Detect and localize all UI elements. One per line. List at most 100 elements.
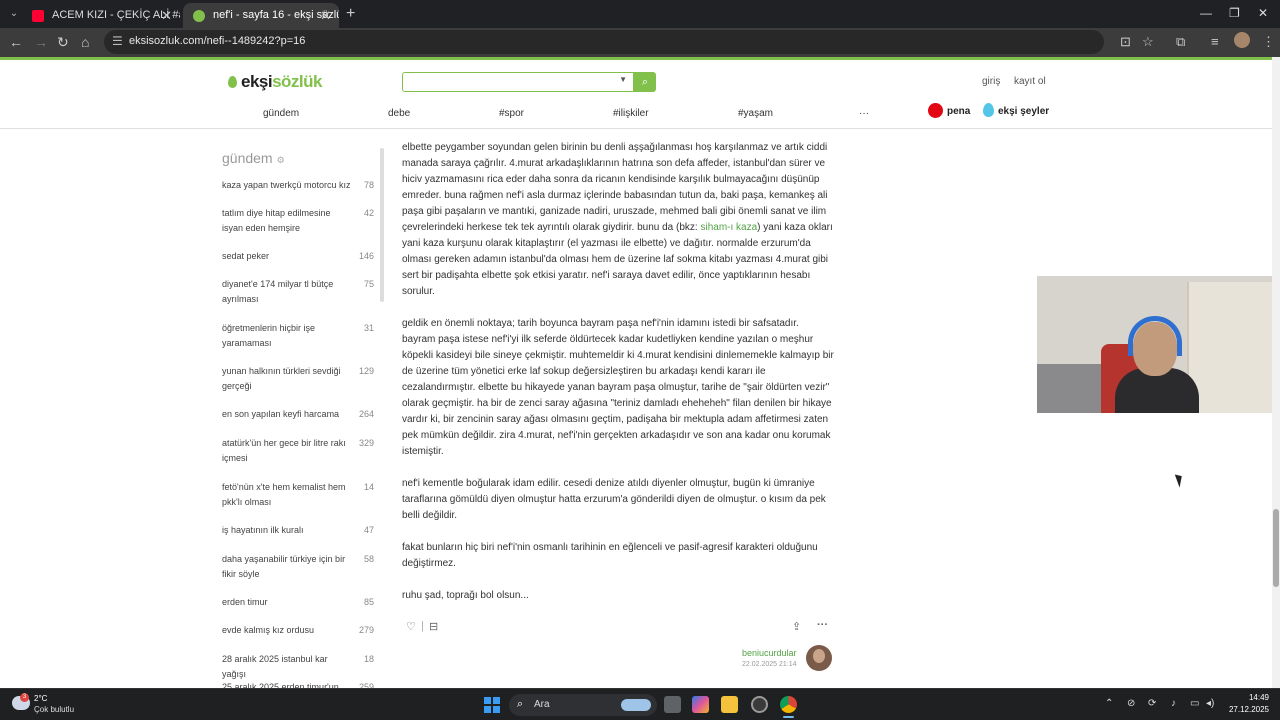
- install-app-icon[interactable]: ⊡: [1120, 34, 1131, 50]
- search-button[interactable]: ⌕: [634, 72, 656, 92]
- reading-list-icon[interactable]: ≡: [1211, 34, 1219, 49]
- maximize-icon[interactable]: ❐: [1229, 6, 1240, 20]
- sidebar-title[interactable]: gündem ⚙: [222, 150, 285, 166]
- reload-icon[interactable]: ↻: [57, 34, 69, 51]
- taskbar-search[interactable]: ⌕ Ara: [509, 694, 657, 716]
- tab-youtube[interactable]: ACEM KIZI - ÇEKİÇ ALİ #ac ✕: [22, 3, 180, 28]
- close-window-icon[interactable]: ✕: [1258, 6, 1268, 20]
- topic-count: 85: [363, 597, 374, 607]
- more-options-icon[interactable]: ···: [817, 619, 828, 631]
- sidebar-item[interactable]: sedat peker 146: [222, 249, 374, 264]
- nav-more[interactable]: ···: [859, 108, 869, 119]
- sidebar-item[interactable]: tatlım diye hitap edilmesine isyan eden …: [222, 206, 374, 236]
- tab-search-icon[interactable]: ⌄: [6, 6, 22, 22]
- sidebar-item[interactable]: iş hayatının ilk kuralı 47: [222, 523, 374, 538]
- nav-yasam[interactable]: #yaşam: [738, 108, 773, 119]
- login-link[interactable]: giriş: [982, 76, 1000, 87]
- topic-count: 129: [358, 366, 374, 376]
- topic-title: atatürk'ün her gece bir litre rakı içmes…: [222, 438, 346, 463]
- topic-title: fetö'nün x'te hem kemalist hem pkk'lı ol…: [222, 482, 346, 507]
- browser-toolbar: ← → ↻ ⌂ ☰ eksisozluk.com/nefi--1489242?p…: [0, 28, 1280, 57]
- sidebar-item[interactable]: diyanet'e 174 milyar tl bütçe ayrılması 7…: [222, 277, 374, 307]
- seyler-label: ekşi şeyler: [998, 106, 1050, 117]
- minimize-icon[interactable]: —: [1200, 6, 1212, 20]
- sidebar-item[interactable]: kaza yapan twerkçü motorcu kız 78: [222, 178, 374, 193]
- address-bar[interactable]: ☰ eksisozluk.com/nefi--1489242?p=16: [104, 30, 1104, 54]
- clock-date[interactable]: 27.12.2025: [1221, 705, 1269, 714]
- site-header: ekşisözlük ▼ ⌕ giriş kayıt ol gündem deb…: [0, 57, 1272, 129]
- tab-eksisozluk[interactable]: nef'i - sayfa 16 - ekşi sözlük ✕: [183, 3, 339, 28]
- page-scrollbar[interactable]: [1272, 57, 1280, 688]
- task-view-icon[interactable]: [664, 696, 681, 713]
- topic-title: evde kalmış kız ordusu: [222, 625, 315, 635]
- gear-icon[interactable]: ⚙: [277, 155, 285, 165]
- sidebar-item[interactable]: daha yaşanabilir türkiye için bir fikir …: [222, 552, 374, 582]
- tray-chevron-icon[interactable]: ⌃: [1105, 698, 1113, 709]
- windows-start-icon[interactable]: [484, 697, 500, 713]
- topic-count: 18: [363, 654, 374, 664]
- sidebar-item[interactable]: öğretmenlerin hiçbir işe yaramaması 31: [222, 321, 374, 351]
- profile-avatar[interactable]: [1234, 32, 1250, 48]
- scroll-thumb[interactable]: [1273, 509, 1279, 587]
- close-tab-icon[interactable]: ✕: [161, 3, 172, 28]
- entry-author[interactable]: beniucurdular: [742, 648, 797, 658]
- sidebar-item[interactable]: evde kalmış kız ordusu 279: [222, 623, 374, 638]
- menu-dots-icon[interactable]: ⋮: [1262, 34, 1275, 50]
- site-info-icon[interactable]: ☰: [112, 34, 123, 48]
- entry-content: elbette peygamber soyundan gelen birinin…: [402, 140, 834, 620]
- nav-iliskiler[interactable]: #ilişkiler: [613, 108, 649, 119]
- sidebar-scrollbar[interactable]: [380, 148, 384, 302]
- vote-icon[interactable]: ⊟: [429, 620, 438, 633]
- topic-title: en son yapılan keyfi harcama: [222, 409, 340, 419]
- topic-count: 329: [358, 438, 374, 448]
- clock-time[interactable]: 14:49: [1221, 693, 1269, 702]
- tray-app-icon[interactable]: ⊘: [1127, 698, 1135, 709]
- sidebar-item[interactable]: yunan halkının türkleri sevdiği gerçeği 1…: [222, 364, 374, 394]
- browser-chrome: ⌄ ACEM KIZI - ÇEKİÇ ALİ #ac ✕ nef'i - sa…: [0, 0, 1280, 57]
- sidebar-item[interactable]: erden timur 85: [222, 595, 374, 610]
- home-icon[interactable]: ⌂: [81, 34, 89, 50]
- network-icon[interactable]: ▭: [1190, 698, 1199, 709]
- back-icon[interactable]: ←: [9, 34, 23, 50]
- volume-icon[interactable]: ◂): [1206, 698, 1214, 709]
- site-logo[interactable]: ekşisözlük: [228, 72, 322, 92]
- nav-spor[interactable]: #spor: [499, 108, 524, 119]
- author-avatar[interactable]: [806, 645, 832, 671]
- weather-badge: 3: [20, 693, 29, 702]
- topic-title: 28 aralık 2025 istanbul kar yağışı: [222, 654, 328, 679]
- new-tab-icon[interactable]: +: [346, 5, 355, 23]
- favorite-heart-icon[interactable]: ♡: [406, 620, 416, 633]
- nav-gundem[interactable]: gündem: [263, 108, 299, 119]
- extensions-icon[interactable]: ⧉: [1176, 34, 1185, 50]
- pena-label: pena: [947, 106, 971, 117]
- weather-temp[interactable]: 2°C: [34, 694, 47, 703]
- search-dropdown-icon[interactable]: ▼: [619, 75, 627, 84]
- webcam-wardrobe: [1187, 282, 1280, 413]
- topic-title: erden timur: [222, 597, 268, 607]
- bkz-link[interactable]: siham-ı kaza: [700, 222, 757, 233]
- pena-link[interactable]: pena: [928, 103, 970, 118]
- register-link[interactable]: kayıt ol: [1014, 76, 1046, 87]
- nav-debe[interactable]: debe: [388, 108, 410, 119]
- forward-icon[interactable]: →: [34, 34, 48, 50]
- logo-suffix: sözlük: [272, 72, 322, 91]
- eksi-seyler-link[interactable]: ekşi şeyler: [983, 103, 1049, 117]
- topic-count: 31: [363, 323, 374, 333]
- sidebar-item[interactable]: atatürk'ün her gece bir litre rakı içmes…: [222, 436, 374, 466]
- microphone-icon[interactable]: ♪: [1171, 698, 1176, 709]
- chrome-icon[interactable]: [780, 696, 797, 718]
- sidebar-item[interactable]: fetö'nün x'te hem kemalist hem pkk'lı ol…: [222, 480, 374, 510]
- search-input[interactable]: ▼: [402, 72, 634, 92]
- topic-title: sedat peker: [222, 251, 270, 261]
- copilot-icon[interactable]: [692, 696, 709, 713]
- sidebar-item[interactable]: en son yapılan keyfi harcama 264: [222, 407, 374, 422]
- close-tab-icon[interactable]: ✕: [320, 3, 331, 28]
- entry-date[interactable]: 22.02.2025 21:14: [742, 661, 797, 668]
- weather-desc[interactable]: Çok bulutlu: [34, 705, 74, 714]
- file-explorer-icon[interactable]: [721, 696, 738, 713]
- bookmark-star-icon[interactable]: ☆: [1142, 34, 1154, 50]
- app-icon[interactable]: [751, 696, 768, 713]
- sidebar-item[interactable]: 28 aralık 2025 istanbul kar yağışı 18: [222, 652, 374, 682]
- share-icon[interactable]: ⇪: [792, 620, 801, 633]
- tray-sync-icon[interactable]: ⟳: [1148, 698, 1156, 709]
